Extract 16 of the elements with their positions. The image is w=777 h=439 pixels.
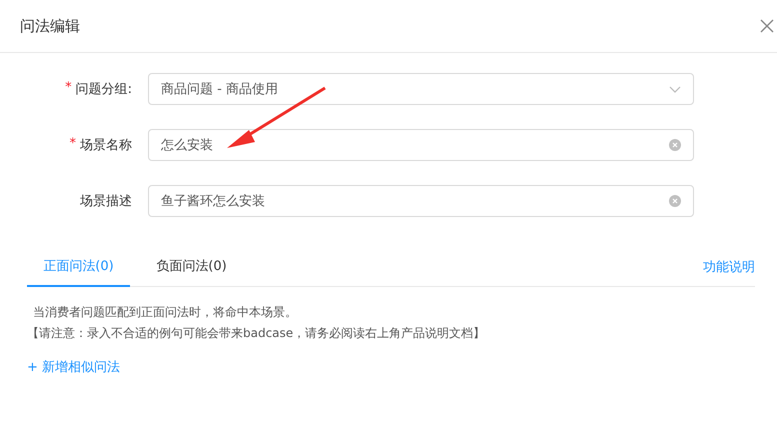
note-text: 【请注意：录入不合适的例句可能会带来badcase，请务必阅读右上角产品说明文档】 — [27, 325, 486, 342]
clear-icon[interactable] — [669, 195, 681, 207]
clear-icon[interactable] — [669, 139, 681, 151]
field-label: 问题分组: — [76, 81, 132, 98]
field-label: 场景描述 — [80, 193, 132, 210]
chevron-down-icon — [669, 86, 681, 92]
input-field[interactable]: 怎么安装 — [148, 129, 694, 161]
group-dropdown[interactable]: 商品问题 - 商品使用 — [148, 73, 694, 105]
tab[interactable]: 负面问法(0) — [140, 247, 243, 287]
field-label: 场景名称 — [80, 137, 132, 154]
dialog-title: 问法编辑 — [20, 16, 80, 36]
input-field[interactable]: 鱼子酱环怎么安装 — [148, 185, 694, 217]
close-icon[interactable] — [759, 18, 775, 34]
note-text: 当消费者问题匹配到正面问法时，将命中本场景。 — [32, 304, 298, 321]
required-mark: * — [70, 136, 76, 153]
required-mark: * — [65, 80, 72, 97]
